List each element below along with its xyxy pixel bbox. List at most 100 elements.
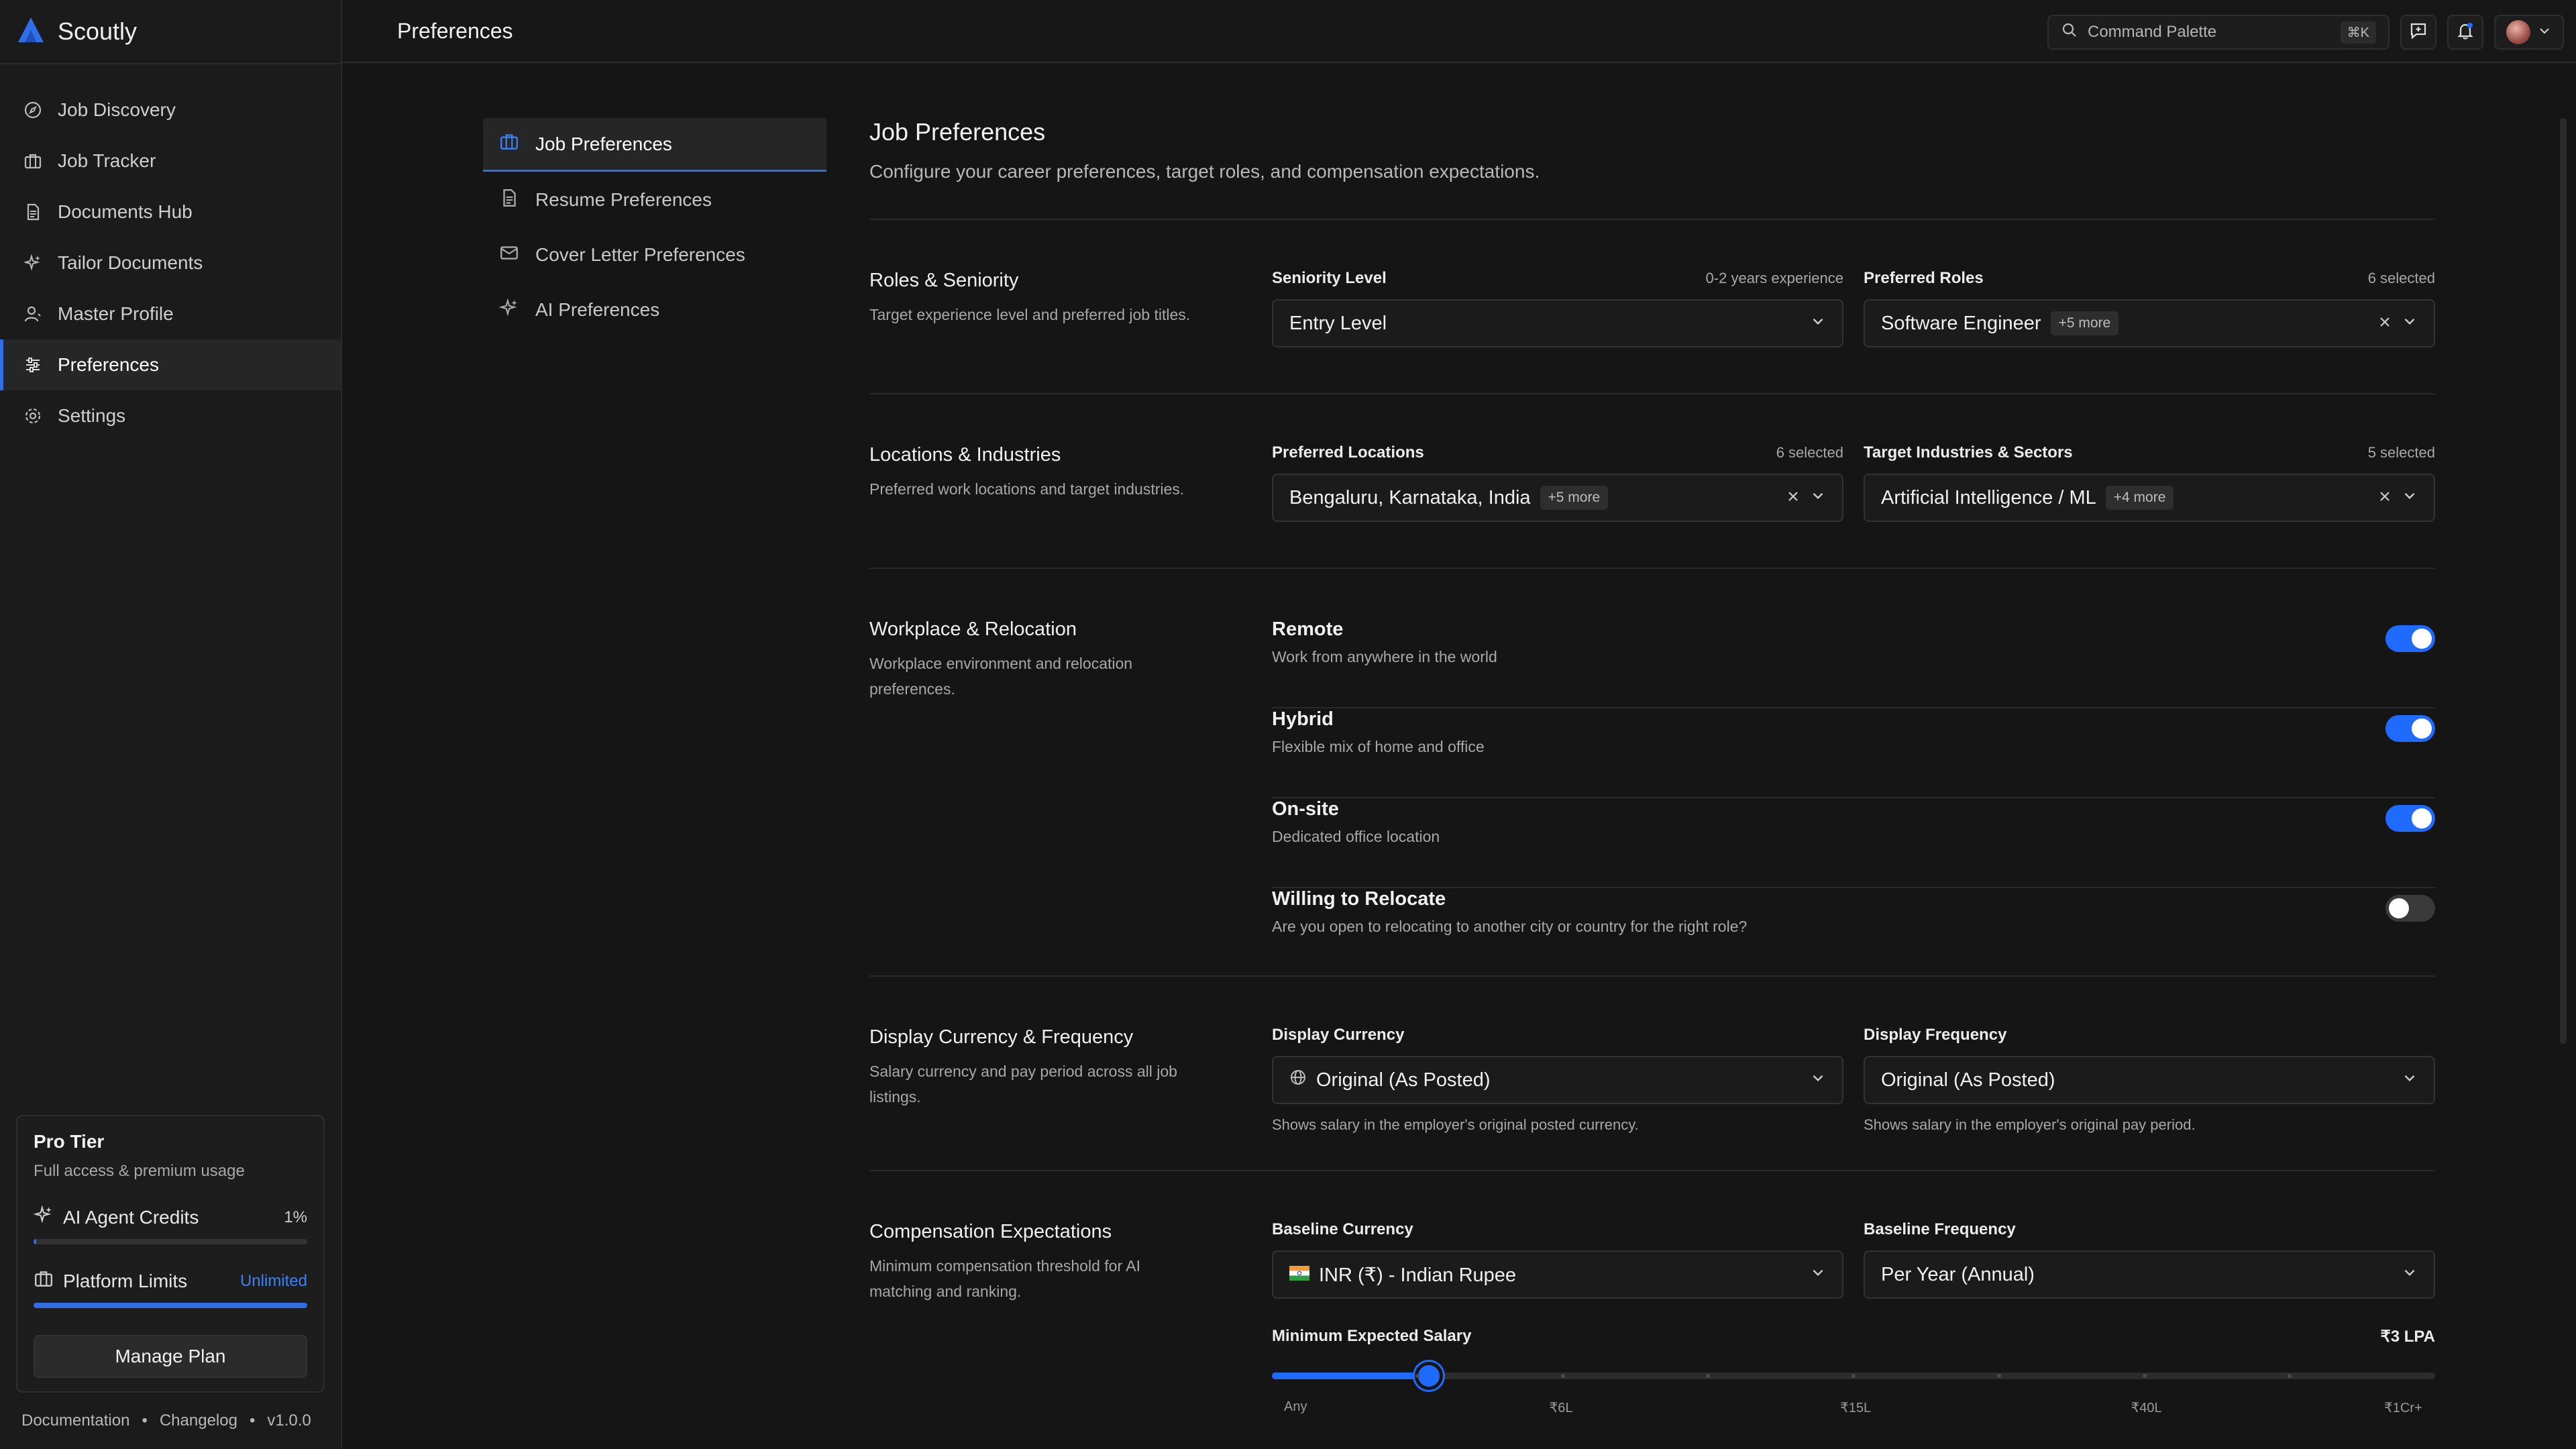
display-currency-select[interactable]: Original (As Posted) xyxy=(1272,1056,1843,1104)
baseline-frequency-label: Baseline Frequency xyxy=(1864,1220,2016,1238)
user-icon xyxy=(23,304,43,324)
preferred-locations-select[interactable]: Bengaluru, Karnataka, India +5 more xyxy=(1272,474,1843,522)
min-salary-slider[interactable] xyxy=(1272,1362,2435,1390)
chevron-down-icon xyxy=(2537,23,2552,42)
baseline-currency-select[interactable]: INR (₹) - Indian Rupee xyxy=(1272,1250,1843,1299)
clear-icon[interactable] xyxy=(1786,487,1801,509)
limits-progress-bar xyxy=(34,1303,307,1308)
seniority-label: Seniority Level xyxy=(1272,269,1387,287)
page-subtitle: Configure your career preferences, targe… xyxy=(869,161,1540,182)
section-desc-roles: Target experience level and preferred jo… xyxy=(869,306,1191,323)
section-divider xyxy=(869,393,2435,394)
page-scrollbar[interactable] xyxy=(2560,118,2567,1044)
preferred-roles-select[interactable]: Software Engineer +5 more xyxy=(1864,299,2435,347)
credits-meter: AI Agent Credits 1% xyxy=(33,1205,307,1230)
chevron-down-icon xyxy=(1810,313,1826,335)
credits-progress-fill xyxy=(34,1239,37,1244)
preferred-locations-field: Preferred Locations 6 selected Bengaluru,… xyxy=(1272,443,1843,522)
sidebar-item-settings[interactable]: Settings xyxy=(0,390,341,441)
chevron-down-icon xyxy=(1810,1264,1826,1286)
locations-value: Bengaluru, Karnataka, India xyxy=(1289,486,1531,508)
feedback-button[interactable] xyxy=(2400,15,2436,50)
clear-icon[interactable] xyxy=(2377,313,2392,335)
section-title-compensation: Compensation Expectations xyxy=(869,1221,1112,1242)
locations-meta: 6 selected xyxy=(1776,444,1843,461)
roles-meta: 6 selected xyxy=(2367,270,2435,286)
subnav-ai-preferences[interactable]: AI Preferences xyxy=(483,283,826,337)
baseline-currency-label: Baseline Currency xyxy=(1272,1220,1413,1238)
sidebar-item-label: Job Tracker xyxy=(58,150,156,171)
toggle-row-remote: Remote Work from anywhere in the world xyxy=(1272,619,2435,708)
chevron-down-icon xyxy=(1810,1069,1826,1091)
min-salary-value: ₹3 LPA xyxy=(2380,1328,2435,1346)
industries-label: Target Industries & Sectors xyxy=(1864,443,2073,462)
display-frequency-field: Display Frequency Original (As Posted) S… xyxy=(1864,1025,2435,1134)
sidebar-item-master-profile[interactable]: Master Profile xyxy=(0,288,341,339)
chevron-down-icon xyxy=(1810,487,1826,509)
toggle-desc: Dedicated office location xyxy=(1272,828,1440,845)
subnav-resume-preferences[interactable]: Resume Preferences xyxy=(483,173,826,227)
chevron-down-icon xyxy=(2402,1069,2418,1091)
sidebar-item-label: Documents Hub xyxy=(58,201,193,222)
top-header: Preferences Command Palette ⌘K xyxy=(342,0,2576,63)
plan-title: Pro Tier xyxy=(34,1131,105,1152)
notifications-button[interactable] xyxy=(2447,15,2483,50)
display-frequency-select[interactable]: Original (As Posted) xyxy=(1864,1056,2435,1104)
avatar xyxy=(2506,20,2530,44)
building-icon xyxy=(34,1269,54,1293)
gear-icon xyxy=(23,406,43,426)
version-label: v1.0.0 xyxy=(267,1411,311,1430)
subnav-label: Cover Letter Preferences xyxy=(535,244,745,265)
section-divider xyxy=(869,568,2435,569)
section-title-display: Display Currency & Frequency xyxy=(869,1026,1134,1048)
sidebar-item-preferences[interactable]: Preferences xyxy=(0,339,341,390)
bell-icon xyxy=(2455,21,2475,44)
manage-plan-button[interactable]: Manage Plan xyxy=(34,1335,307,1378)
globe-icon xyxy=(1289,1069,1307,1091)
sidebar-item-documents-hub[interactable]: Documents Hub xyxy=(0,186,341,237)
baseline-currency-value: INR (₹) - Indian Rupee xyxy=(1319,1264,1517,1286)
toggle-title: On-site xyxy=(1272,798,1339,820)
relocate-toggle[interactable] xyxy=(2385,895,2435,922)
locations-label: Preferred Locations xyxy=(1272,443,1424,462)
sidebar-item-tailor-documents[interactable]: Tailor Documents xyxy=(0,237,341,288)
display-currency-field: Display Currency Original (As Posted) Sh… xyxy=(1272,1025,1843,1134)
seniority-value: Entry Level xyxy=(1289,312,1387,334)
limits-value: Unlimited xyxy=(239,1271,307,1290)
sidebar-item-job-tracker[interactable]: Job Tracker xyxy=(0,136,341,186)
limits-label: Platform Limits xyxy=(63,1270,188,1291)
command-palette-button[interactable]: Command Palette ⌘K xyxy=(2047,15,2390,50)
more-chip: +5 more xyxy=(2050,311,2119,335)
app-name: Scoutly xyxy=(58,17,138,45)
app-root: Scoutly Job Discovery Job Tracker Docume… xyxy=(0,0,2576,1449)
plan-card: Pro Tier Full access & premium usage AI … xyxy=(16,1115,325,1393)
sparkles-icon xyxy=(23,253,43,273)
account-menu-button[interactable] xyxy=(2494,15,2564,50)
section-desc-display: Salary currency and pay period across al… xyxy=(869,1063,1177,1106)
subnav-job-preferences[interactable]: Job Preferences xyxy=(483,118,826,172)
preferred-roles-field: Preferred Roles 6 selected Software Engin… xyxy=(1864,268,2435,347)
min-salary-label: Minimum Expected Salary xyxy=(1272,1327,1472,1345)
sidebar-item-job-discovery[interactable]: Job Discovery xyxy=(0,85,341,136)
subnav-cover-letter-preferences[interactable]: Cover Letter Preferences xyxy=(483,228,826,282)
target-industries-select[interactable]: Artificial Intelligence / ML +4 more xyxy=(1864,474,2435,522)
remote-toggle[interactable] xyxy=(2385,625,2435,652)
onsite-toggle[interactable] xyxy=(2385,805,2435,832)
toggle-desc: Flexible mix of home and office xyxy=(1272,738,1485,755)
toggle-row-onsite: On-site Dedicated office location xyxy=(1272,798,2435,888)
slider-tick-dot xyxy=(2142,1374,2147,1378)
baseline-frequency-select[interactable]: Per Year (Annual) xyxy=(1864,1250,2435,1299)
hybrid-toggle[interactable] xyxy=(2385,715,2435,742)
compass-icon xyxy=(23,100,43,120)
mail-icon xyxy=(499,243,519,268)
page-title: Job Preferences xyxy=(869,118,1046,146)
subnav-label: AI Preferences xyxy=(535,299,660,320)
clear-icon[interactable] xyxy=(2377,487,2392,509)
documentation-link[interactable]: Documentation xyxy=(21,1411,129,1430)
sidebar-item-label: Tailor Documents xyxy=(58,252,203,273)
toggle-row-hybrid: Hybrid Flexible mix of home and office xyxy=(1272,708,2435,798)
seniority-select[interactable]: Entry Level xyxy=(1272,299,1843,347)
brand[interactable]: Scoutly xyxy=(16,15,137,48)
section-title-roles: Roles & Seniority xyxy=(869,270,1019,291)
changelog-link[interactable]: Changelog xyxy=(160,1411,237,1430)
